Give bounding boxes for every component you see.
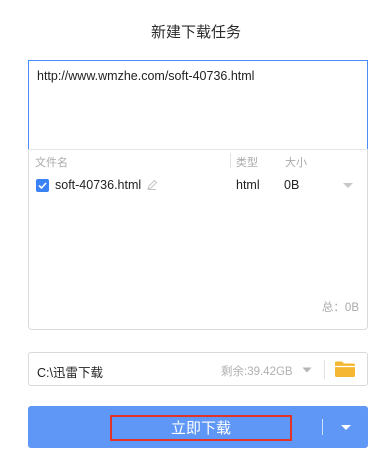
url-input[interactable]: http://www.wmzhe.com/soft-40736.html	[28, 60, 368, 150]
save-path: C:\迅雷下载	[37, 366, 103, 380]
dialog-title: 新建下载任务	[150, 23, 241, 41]
download-button[interactable]: 立即下载	[28, 406, 368, 448]
free-space: 剩余:39.42GB	[221, 366, 293, 378]
path-divider	[324, 360, 325, 379]
edit-icon[interactable]	[146, 179, 158, 191]
check-icon	[38, 182, 47, 190]
save-path-select[interactable]: C:\迅雷下载 剩余:39.42GB	[28, 352, 368, 386]
download-now-label[interactable]: 立即下载	[110, 415, 292, 441]
chevron-down-icon[interactable]	[340, 424, 352, 431]
file-row[interactable]: soft-40736.html html 0B	[29, 174, 367, 196]
file-list-panel: 文件名 类型 大小 soft-40736.html html 0B 总：0B	[28, 149, 368, 330]
url-text: http://www.wmzhe.com/soft-40736.html	[37, 69, 255, 83]
file-name: soft-40736.html	[55, 178, 142, 192]
file-size: 0B	[284, 178, 300, 192]
folder-icon[interactable]	[334, 360, 356, 378]
total-size: 总：0B	[321, 302, 359, 314]
chevron-down-icon[interactable]	[342, 182, 354, 189]
file-checkbox[interactable]	[36, 179, 49, 192]
chevron-down-icon[interactable]	[302, 367, 312, 373]
column-divider	[230, 153, 231, 168]
button-divider	[322, 419, 323, 435]
file-type: html	[236, 178, 260, 192]
column-header-type: 类型	[236, 157, 258, 169]
column-header-size: 大小	[285, 157, 307, 169]
column-header-name: 文件名	[35, 157, 68, 169]
